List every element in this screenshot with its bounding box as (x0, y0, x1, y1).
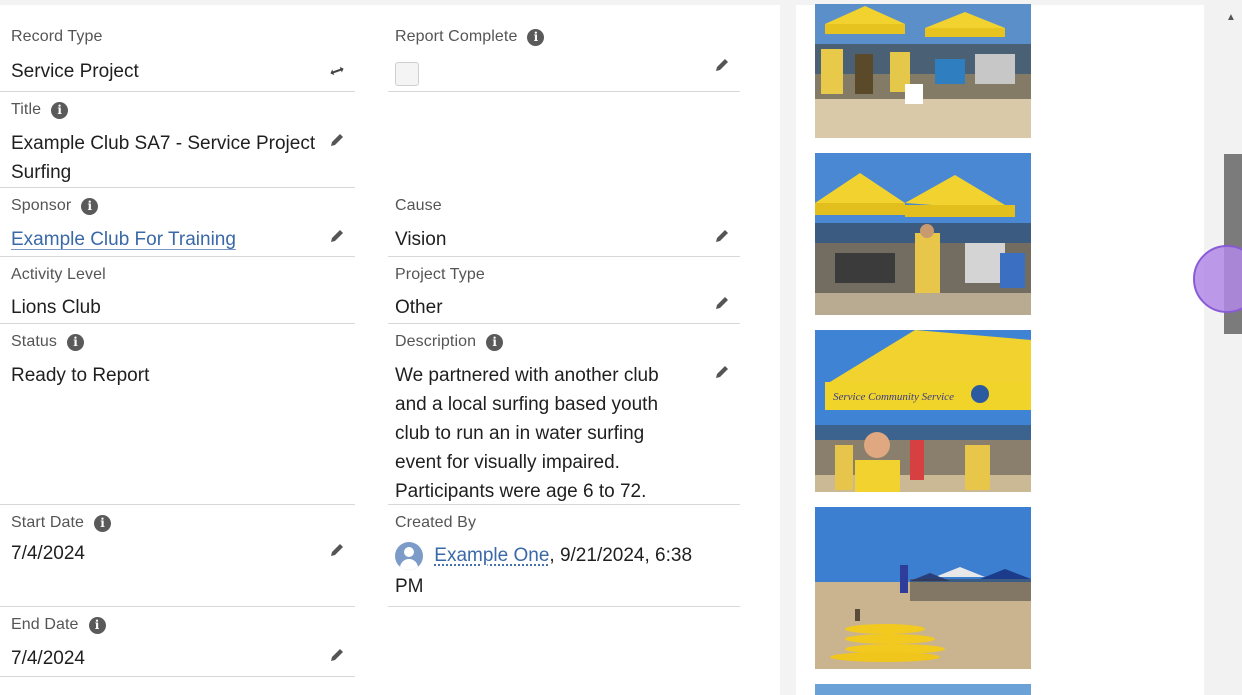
description-line: We partnered with another club (395, 361, 659, 390)
field-title: Title i Example Club SA7 - Service Proje… (0, 91, 355, 188)
event-photo[interactable] (815, 684, 1031, 695)
record-detail-panel: Record Type Service Project Report Compl… (0, 5, 780, 695)
field-label: Report Complete i (395, 28, 544, 46)
info-icon[interactable]: i (486, 334, 503, 351)
info-icon[interactable]: i (89, 617, 106, 634)
description-line: Participants were age 6 to 72. (395, 477, 646, 506)
field-activity-level: Activity Level Lions Club (0, 256, 355, 324)
edit-pencil-icon[interactable] (713, 56, 731, 74)
description-line: event for visually impaired. (395, 448, 620, 477)
field-label: Description i (395, 333, 503, 351)
field-description: Description i We partnered with another … (388, 323, 740, 505)
field-end-date: End Date i 7/4/2024 (0, 606, 355, 677)
change-record-type-icon[interactable] (328, 62, 346, 80)
end-date-value: 7/4/2024 (11, 644, 85, 673)
edit-pencil-icon[interactable] (328, 646, 346, 664)
field-label: Status i (11, 333, 84, 351)
project-type-value: Other (395, 293, 443, 322)
tent-banner-text: Service Community Service (833, 391, 954, 403)
cause-value: Vision (395, 225, 446, 254)
field-label: Cause (395, 197, 442, 215)
description-line: and a local surfing based youth (395, 390, 658, 419)
event-photo[interactable] (815, 507, 1031, 669)
field-label: End Date i (11, 616, 106, 634)
field-label: Record Type (11, 28, 103, 46)
activity-level-value: Lions Club (11, 293, 101, 322)
field-sponsor: Sponsor i Example Club For Training (0, 187, 355, 257)
field-record-type: Record Type Service Project (0, 5, 355, 92)
field-start-date: Start Date i 7/4/2024 (0, 504, 355, 607)
field-project-type: Project Type Other (388, 256, 740, 324)
title-value-line2: Surfing (11, 158, 71, 187)
report-complete-checkbox[interactable] (395, 62, 419, 86)
edit-pencil-icon[interactable] (328, 227, 346, 245)
field-label: Activity Level (11, 266, 106, 284)
event-photo[interactable] (815, 153, 1031, 315)
created-by-line2: PM (395, 572, 424, 601)
field-report-complete: Report Complete i (388, 5, 740, 92)
event-photo[interactable] (815, 4, 1031, 138)
info-icon[interactable]: i (51, 102, 68, 119)
field-label: Project Type (395, 266, 485, 284)
edit-pencil-icon[interactable] (713, 363, 731, 381)
field-cause: Cause Vision (388, 187, 740, 257)
event-photo[interactable]: Service Community Service (815, 330, 1031, 492)
field-label: Title i (11, 101, 68, 119)
user-avatar-icon (395, 542, 423, 570)
info-icon[interactable]: i (67, 334, 84, 351)
record-type-value: Service Project (11, 57, 139, 86)
edit-pencil-icon[interactable] (713, 294, 731, 312)
info-icon[interactable]: i (81, 198, 98, 215)
field-label: Start Date i (11, 514, 111, 532)
scroll-up-icon[interactable]: ▲ (1226, 12, 1236, 23)
info-icon[interactable]: i (527, 29, 544, 46)
created-by-timestamp: , 9/21/2024, 6:38 (549, 545, 692, 566)
title-value-line1: Example Club SA7 - Service Project (11, 129, 315, 158)
edit-pencil-icon[interactable] (328, 541, 346, 559)
edit-pencil-icon[interactable] (328, 131, 346, 149)
created-by-user-link[interactable]: Example One (434, 545, 549, 566)
field-created-by: Created By Example One, 9/21/2024, 6:38 … (388, 504, 740, 607)
edit-pencil-icon[interactable] (713, 227, 731, 245)
sponsor-link[interactable]: Example Club For Training (11, 225, 236, 254)
status-value: Ready to Report (11, 361, 149, 390)
field-status: Status i Ready to Report (0, 323, 355, 505)
description-line: club to run an in water surfing (395, 419, 644, 448)
created-by-line1: Example One, 9/21/2024, 6:38 (395, 541, 692, 570)
start-date-value: 7/4/2024 (11, 539, 85, 568)
field-label: Sponsor i (11, 197, 98, 215)
field-label: Created By (395, 514, 476, 532)
scrollbar-track[interactable] (1204, 0, 1242, 695)
info-icon[interactable]: i (94, 515, 111, 532)
